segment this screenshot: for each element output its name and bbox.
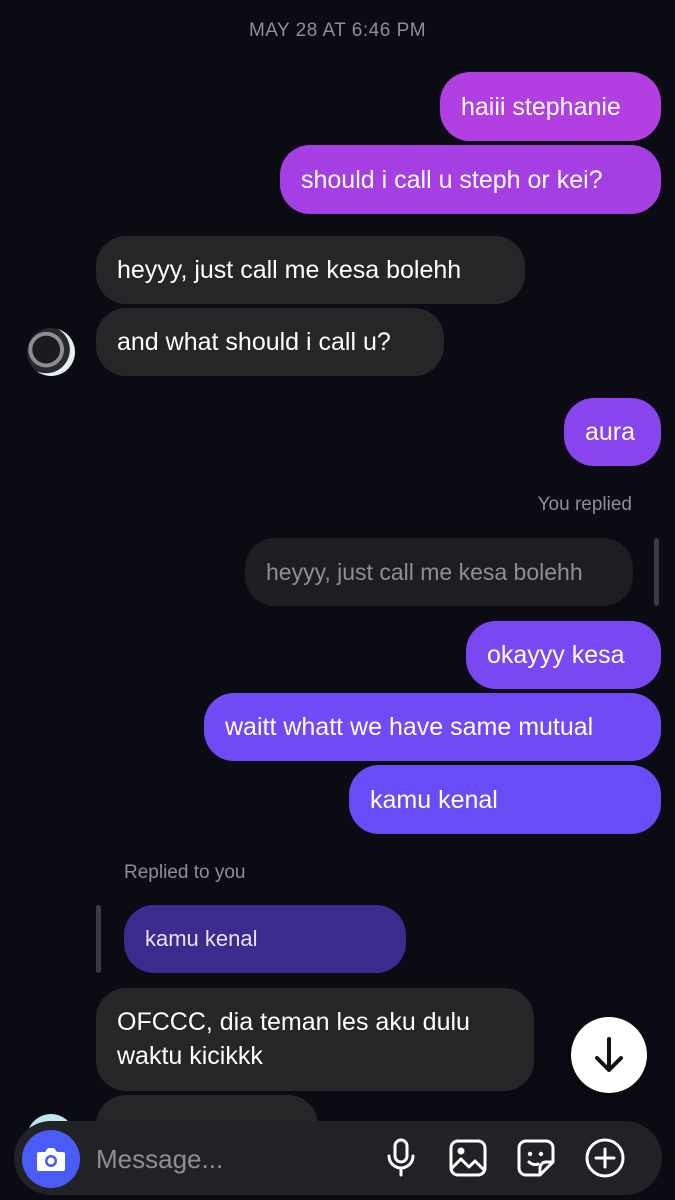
you-replied-label: You replied <box>537 494 632 515</box>
reply-quoted-message[interactable]: heyyy, just call me kesa bolehh <box>245 538 633 606</box>
incoming-message[interactable]: OFCCC, dia teman les aku dulu waktu kici… <box>96 988 534 1091</box>
reply-indicator-bar <box>96 905 101 973</box>
quoted-text: heyyy, just call me kesa bolehh <box>266 559 583 585</box>
incoming-message[interactable]: heyyy, just call me kesa bolehh <box>96 236 525 304</box>
outgoing-message[interactable]: aura <box>564 398 661 466</box>
sticker-button[interactable] <box>514 1136 558 1180</box>
outgoing-message[interactable]: waitt whatt we have same mutual <box>204 693 661 761</box>
message-text: should i call u steph or kei? <box>301 165 603 194</box>
message-text: waitt whatt we have same mutual <box>225 713 594 741</box>
voice-message-button[interactable] <box>379 1136 423 1180</box>
gallery-button[interactable] <box>446 1136 490 1180</box>
message-text: okayyy kesa <box>487 641 625 669</box>
message-text: aura <box>585 418 636 446</box>
message-input[interactable] <box>96 1137 366 1181</box>
message-text: kamu kenal <box>370 785 498 814</box>
sender-avatar[interactable] <box>27 328 75 376</box>
outgoing-message[interactable]: kamu kenal <box>349 765 661 834</box>
outgoing-message[interactable]: should i call u steph or kei? <box>280 145 661 214</box>
outgoing-message[interactable]: okayyy kesa <box>466 621 661 689</box>
replied-to-you-label: Replied to you <box>124 862 246 883</box>
quoted-text: kamu kenal <box>145 926 258 951</box>
reply-indicator-bar <box>654 538 659 606</box>
thread-timestamp: MAY 28 AT 6:46 PM <box>248 20 427 41</box>
gallery-icon <box>449 1139 487 1177</box>
message-text: haiii stephanie <box>461 92 621 121</box>
scroll-to-bottom-button[interactable] <box>571 1017 647 1093</box>
microphone-icon <box>387 1138 415 1177</box>
arrow-down-icon <box>595 1037 623 1072</box>
camera-button[interactable] <box>22 1130 80 1188</box>
message-text: OFCCC, dia teman les aku dulu waktu kici… <box>117 1008 470 1070</box>
plus-circle-icon <box>585 1138 625 1178</box>
message-text: heyyy, just call me kesa bolehh <box>117 256 462 284</box>
sticker-icon <box>517 1139 555 1177</box>
incoming-message[interactable]: and what should i call u? <box>96 308 444 376</box>
reply-quoted-message[interactable]: kamu kenal <box>124 905 406 973</box>
camera-icon <box>37 1148 65 1171</box>
more-options-button[interactable] <box>583 1136 627 1180</box>
message-text: and what should i call u? <box>117 328 391 356</box>
outgoing-message[interactable]: haiii stephanie <box>440 72 661 141</box>
